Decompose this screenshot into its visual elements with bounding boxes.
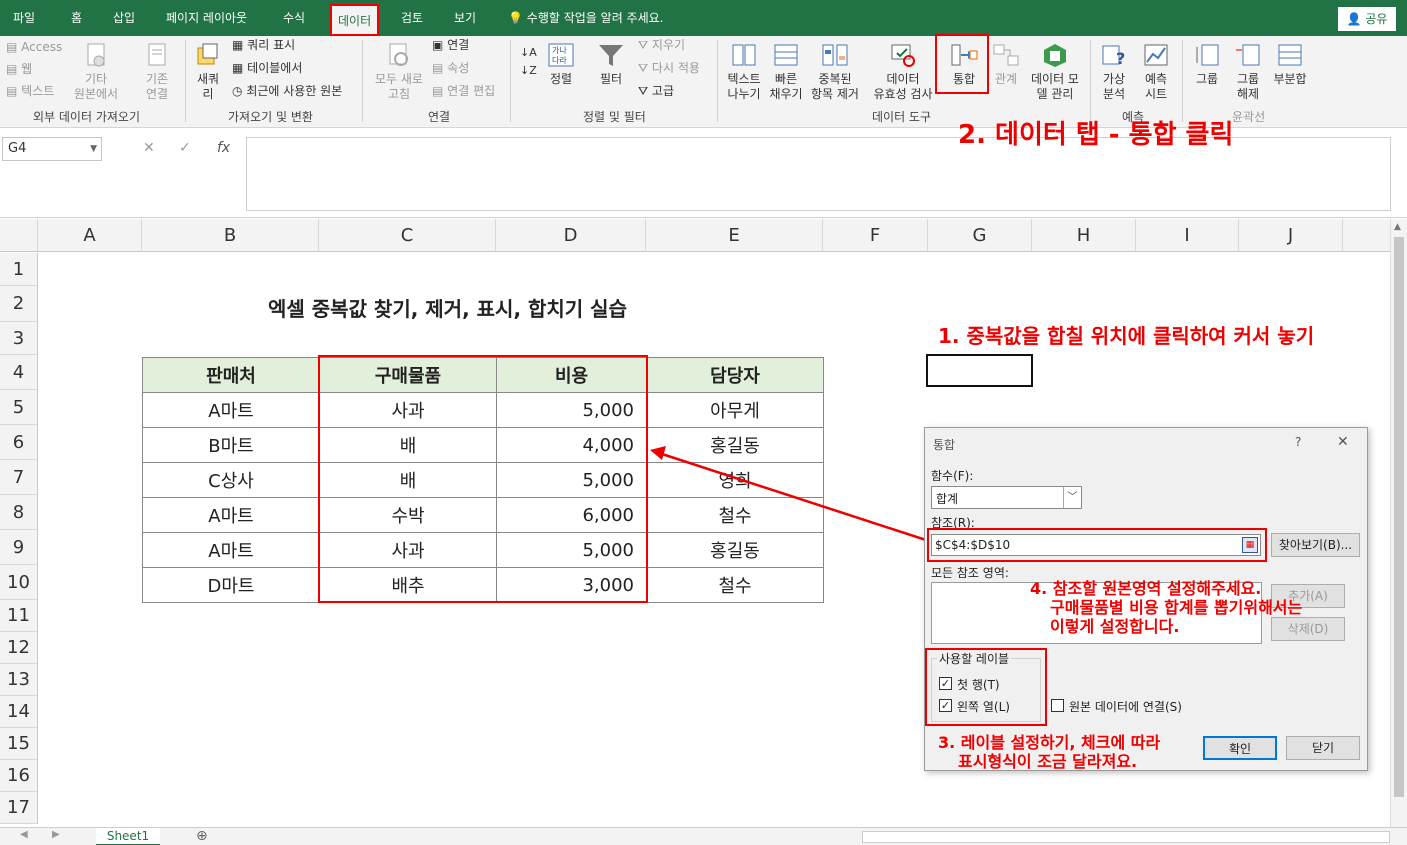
dialog-title: 통합: [933, 438, 956, 452]
annotation-step4: 4. 참조할 원본영역 설정해주세요. 구매물품별 비용 합계를 뽑기위해서는 …: [1030, 579, 1303, 636]
function-select[interactable]: 합계 ﹀: [931, 486, 1082, 509]
function-label: 함수(F):: [931, 469, 974, 483]
chevron-down-icon[interactable]: ﹀: [1063, 487, 1081, 508]
all-references-label: 모든 참조 영역:: [931, 566, 1009, 580]
help-button[interactable]: ?: [1295, 435, 1301, 449]
annotation-step3: 3. 레이블 설정하기, 체크에 따라 표시형식이 조금 달라져요.: [938, 733, 1161, 771]
reference-input-highlight: [927, 528, 1267, 562]
browse-button[interactable]: 찾아보기(B)...: [1271, 533, 1360, 557]
close-button[interactable]: 닫기: [1286, 736, 1360, 760]
labels-highlight: [925, 648, 1047, 726]
close-icon[interactable]: ✕: [1337, 434, 1349, 450]
link-source-checkbox[interactable]: [1051, 699, 1064, 712]
ok-button[interactable]: 확인: [1203, 736, 1277, 760]
link-source-label: 원본 데이터에 연결(S): [1069, 700, 1182, 714]
